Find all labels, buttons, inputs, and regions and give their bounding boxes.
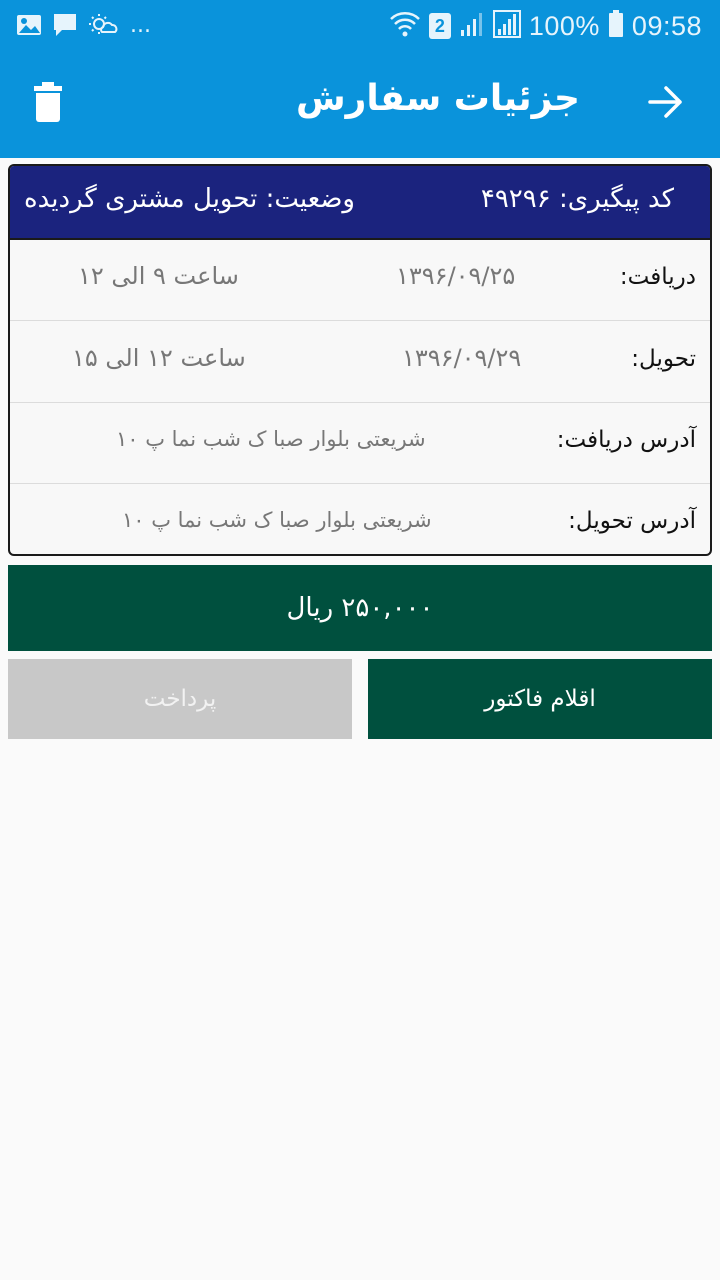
- pickup-time: ساعت ۹ الی ۱۲: [78, 262, 239, 290]
- trash-icon[interactable]: [32, 82, 64, 126]
- delivery-address: شریعتی بلوار صبا ک شب نما پ ۱۰: [122, 508, 432, 532]
- delivery-label: تحویل:: [631, 346, 696, 372]
- message-icon: [52, 12, 78, 42]
- delivery-address-row: آدرس تحویل: شریعتی بلوار صبا ک شب نما پ …: [10, 484, 710, 554]
- pickup-date: ۱۳۹۶/۰۹/۲۵: [396, 262, 516, 290]
- signal-icon: [492, 10, 521, 42]
- pickup-address-label: آدرس دریافت:: [556, 427, 696, 453]
- sim-badge: 2: [434, 16, 445, 36]
- page-title: جزئیات سفارش: [295, 78, 580, 119]
- sim-icon: 2: [428, 13, 451, 39]
- battery-icon: [608, 10, 624, 42]
- pickup-address: شریعتی بلوار صبا ک شب نما پ ۱۰: [116, 427, 426, 451]
- delivery-time: ساعت ۱۲ الی ۱۵: [72, 344, 246, 372]
- order-status: وضعیت: تحویل مشتری گردیده: [24, 184, 355, 214]
- status-bar: ... 2 100% 09:58: [0, 0, 720, 52]
- system-icons: 2 100% 09:58: [389, 10, 702, 42]
- pickup-row: دریافت: ۱۳۹۶/۰۹/۲۵ ساعت ۹ الی ۱۲: [10, 240, 710, 321]
- pickup-label: دریافت:: [619, 264, 696, 290]
- more-notifications: ...: [130, 12, 151, 38]
- order-header: کد پیگیری: ۴۹۲۹۶ وضعیت: تحویل مشتری گردی…: [10, 166, 710, 240]
- delivery-date: ۱۳۹۶/۰۹/۲۹: [402, 344, 522, 372]
- app-bar: جزئیات سفارش: [0, 52, 720, 158]
- arrow-right-icon[interactable]: [648, 84, 684, 124]
- image-icon: [16, 13, 42, 41]
- delivery-row: تحویل: ۱۳۹۶/۰۹/۲۹ ساعت ۱۲ الی ۱۵: [10, 321, 710, 403]
- pickup-address-row: آدرس دریافت: شریعتی بلوار صبا ک شب نما پ…: [10, 403, 710, 484]
- total-price: ۲۵۰,۰۰۰ ریال: [8, 565, 712, 651]
- signal-icon: [459, 10, 485, 42]
- battery-percent: 100%: [528, 10, 600, 41]
- delivery-address-label: آدرس تحویل:: [568, 508, 696, 534]
- notification-icons: ...: [16, 12, 151, 42]
- wifi-icon: [389, 10, 421, 42]
- invoice-items-button[interactable]: اقلام فاکتور: [368, 659, 712, 739]
- weather-icon: [88, 12, 118, 42]
- order-details-card: کد پیگیری: ۴۹۲۹۶ وضعیت: تحویل مشتری گردی…: [8, 164, 712, 556]
- clock: 09:58: [631, 10, 702, 41]
- pay-button[interactable]: پرداخت: [8, 659, 352, 739]
- tracking-code: کد پیگیری: ۴۹۲۹۶: [480, 184, 674, 214]
